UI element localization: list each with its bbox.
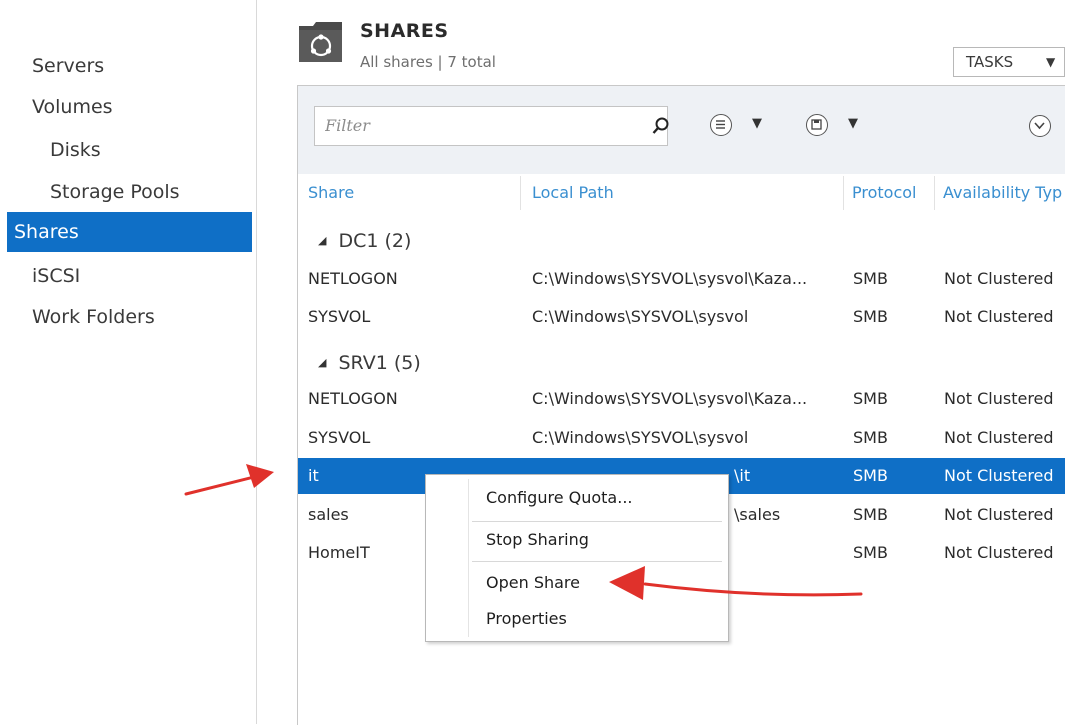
tasks-button[interactable]: TASKS ▼	[953, 47, 1065, 77]
sidebar-item-shares[interactable]: Shares	[7, 212, 252, 252]
column-header-share[interactable]: Share	[308, 176, 354, 210]
cell-local-path: \it	[734, 466, 751, 485]
cell-local-path: C:\Windows\SYSVOL\sysvol\Kaza...	[532, 269, 808, 288]
save-options-caret-icon[interactable]: ▼	[848, 116, 858, 131]
cell-local-path: C:\Windows\SYSVOL\sysvol\Kaza...	[532, 389, 808, 408]
column-divider[interactable]	[520, 176, 521, 210]
column-divider[interactable]	[934, 176, 935, 210]
filter-box[interactable]	[314, 106, 671, 146]
cell-availability: Not Clustered	[944, 269, 1054, 288]
cell-share: SYSVOL	[308, 428, 371, 447]
cell-protocol: SMB	[853, 466, 888, 485]
cell-protocol: SMB	[853, 428, 888, 447]
group-header-dc1[interactable]: ◢ DC1 (2)	[318, 230, 411, 252]
collapse-triangle-icon[interactable]: ◢	[318, 234, 326, 247]
menu-item-properties[interactable]: Properties	[486, 605, 567, 633]
column-header-local-path[interactable]: Local Path	[532, 176, 614, 210]
table-row[interactable]: NETLOGON C:\Windows\SYSVOL\sysvol\Kaza..…	[298, 261, 1065, 297]
group-label: DC1 (2)	[338, 230, 412, 252]
collapse-triangle-icon[interactable]: ◢	[318, 356, 326, 369]
menu-item-open-share[interactable]: Open Share	[486, 569, 580, 597]
save-query-icon[interactable]	[806, 114, 828, 136]
column-header-protocol[interactable]: Protocol	[852, 176, 916, 210]
cell-availability: Not Clustered	[944, 428, 1054, 447]
search-icon[interactable]	[651, 116, 671, 136]
sidebar-item-iscsi[interactable]: iSCSI	[0, 256, 252, 296]
sidebar-item-volumes[interactable]: Volumes	[0, 87, 252, 127]
context-menu: Configure Quota... Stop Sharing Open Sha…	[425, 474, 729, 642]
group-header-srv1[interactable]: ◢ SRV1 (5)	[318, 352, 421, 374]
cell-share: NETLOGON	[308, 269, 398, 288]
column-header-availability[interactable]: Availability Typ	[943, 176, 1065, 210]
cell-availability: Not Clustered	[944, 543, 1054, 562]
cell-protocol: SMB	[853, 389, 888, 408]
page-subtitle: All shares | 7 total	[360, 53, 496, 71]
group-label: SRV1 (5)	[338, 352, 421, 374]
sidebar-item-work-folders[interactable]: Work Folders	[0, 297, 252, 337]
red-arrow-icon	[184, 464, 274, 496]
cell-local-path: \sales	[734, 505, 781, 524]
expand-icon[interactable]	[1029, 115, 1051, 137]
cell-protocol: SMB	[853, 505, 888, 524]
sidebar-item-servers[interactable]: Servers	[0, 46, 252, 86]
cell-protocol: SMB	[853, 269, 888, 288]
column-divider[interactable]	[843, 176, 844, 210]
cell-protocol: SMB	[853, 307, 888, 326]
cell-availability: Not Clustered	[944, 466, 1054, 485]
red-arrow-icon	[609, 566, 863, 600]
cell-availability: Not Clustered	[944, 307, 1054, 326]
menu-separator	[472, 521, 722, 522]
shares-folder-icon	[297, 20, 344, 64]
table-row[interactable]: SYSVOL C:\Windows\SYSVOL\sysvol SMB Not …	[298, 299, 1065, 335]
list-view-icon[interactable]	[710, 114, 732, 136]
cell-share: SYSVOL	[308, 307, 371, 326]
menu-item-configure-quota[interactable]: Configure Quota...	[486, 484, 633, 512]
view-options-caret-icon[interactable]: ▼	[752, 116, 762, 131]
cell-share: NETLOGON	[308, 389, 398, 408]
tasks-label: TASKS	[966, 53, 1014, 71]
cell-local-path: C:\Windows\SYSVOL\sysvol	[532, 307, 749, 326]
table-row[interactable]: SYSVOL C:\Windows\SYSVOL\sysvol SMB Not …	[298, 420, 1065, 456]
sidebar-nav: Servers Volumes Disks Storage Pools Shar…	[0, 0, 257, 724]
cell-availability: Not Clustered	[944, 389, 1054, 408]
menu-item-stop-sharing[interactable]: Stop Sharing	[486, 526, 589, 554]
sidebar-item-disks[interactable]: Disks	[0, 130, 252, 170]
caret-down-icon: ▼	[1046, 55, 1056, 69]
table-row[interactable]: NETLOGON C:\Windows\SYSVOL\sysvol\Kaza..…	[298, 381, 1065, 417]
cell-local-path: C:\Windows\SYSVOL\sysvol	[532, 428, 749, 447]
table-toolbar: ▼ ▼	[298, 86, 1065, 174]
cell-availability: Not Clustered	[944, 505, 1054, 524]
sidebar-item-storage-pools[interactable]: Storage Pools	[0, 172, 252, 212]
menu-gutter	[468, 479, 469, 637]
page-title: SHARES	[360, 20, 449, 42]
filter-input[interactable]	[323, 115, 627, 136]
